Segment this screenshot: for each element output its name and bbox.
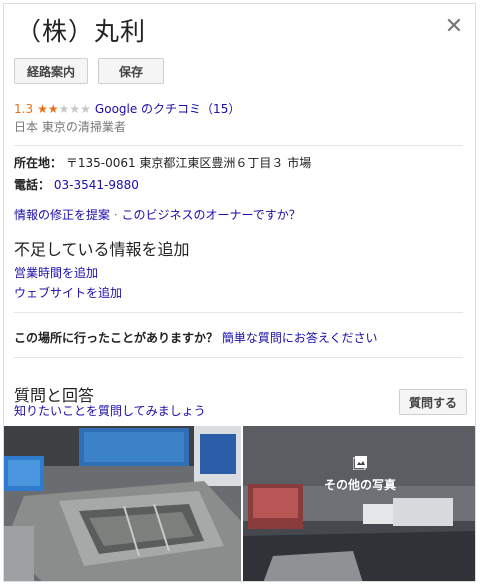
rating-line: 1.3 ★★★★★ Google のクチコミ（15） <box>14 100 240 117</box>
star-empty-icon: ★ <box>69 101 81 116</box>
add-hours-link[interactable]: 営業時間を追加 <box>14 264 98 281</box>
market-photo <box>4 426 241 581</box>
missing-info-title: 不足している情報を追加 <box>14 240 190 259</box>
star-icon: ★ <box>37 101 48 116</box>
edit-links: 情報の修正を提案 · このビジネスのオーナーですか？ <box>14 206 301 223</box>
photo-icon <box>353 456 367 470</box>
reviews-link[interactable]: Google のクチコミ（15） <box>95 100 240 117</box>
business-photo[interactable] <box>4 426 241 581</box>
star-empty-icon: ★ <box>58 101 70 116</box>
divider <box>14 312 463 313</box>
save-button[interactable]: 保存 <box>98 58 164 84</box>
visit-prompt: この場所に行ったことがありますか？ 簡単な質問にお答えください <box>14 329 378 346</box>
divider <box>14 145 463 146</box>
separator: · <box>110 208 122 222</box>
answer-questions-link[interactable]: 簡単な質問にお答えください <box>222 331 378 345</box>
address-label: 所在地： <box>14 156 63 170</box>
star-rating: ★★★★★ <box>37 102 91 116</box>
own-business-link[interactable]: このビジネスのオーナーですか？ <box>121 208 300 222</box>
knowledge-panel: （株）丸利 ✕ 経路案内 保存 1.3 ★★★★★ Google のクチコミ（1… <box>3 3 476 582</box>
address-row: 所在地： 〒135-0061 東京都江東区豊洲６丁目３ 市場 <box>14 154 311 171</box>
address-value[interactable]: 〒135-0061 東京都江東区豊洲６丁目３ 市場 <box>66 156 311 170</box>
suggest-edit-link[interactable]: 情報の修正を提案 <box>14 208 110 222</box>
qa-subtitle-link[interactable]: 知りたいことを質問してみましょう <box>14 402 206 419</box>
rating-value: 1.3 <box>14 101 34 116</box>
business-name: （株）丸利 <box>16 17 147 46</box>
phone-label: 電話： <box>14 178 51 192</box>
more-photos-label-wrap: その他の写真 <box>243 456 475 493</box>
star-empty-icon: ★ <box>80 101 91 116</box>
add-website-link[interactable]: ウェブサイトを追加 <box>14 284 122 301</box>
divider <box>14 357 463 358</box>
ask-question-button[interactable]: 質問する <box>399 389 467 415</box>
business-category: 日本 東京の清掃業者 <box>14 120 126 134</box>
phone-link[interactable]: 03-3541-9880 <box>54 178 139 192</box>
more-photos-tile[interactable]: その他の写真 <box>243 426 475 581</box>
visit-question: この場所に行ったことがありますか？ <box>14 331 219 345</box>
phone-row: 電話： 03-3541-9880 <box>14 176 139 193</box>
directions-button[interactable]: 経路案内 <box>14 58 88 84</box>
more-photos-label: その他の写真 <box>323 478 396 492</box>
star-half-icon: ★ <box>47 101 59 116</box>
close-icon[interactable]: ✕ <box>443 16 465 38</box>
street-photo <box>243 426 475 581</box>
